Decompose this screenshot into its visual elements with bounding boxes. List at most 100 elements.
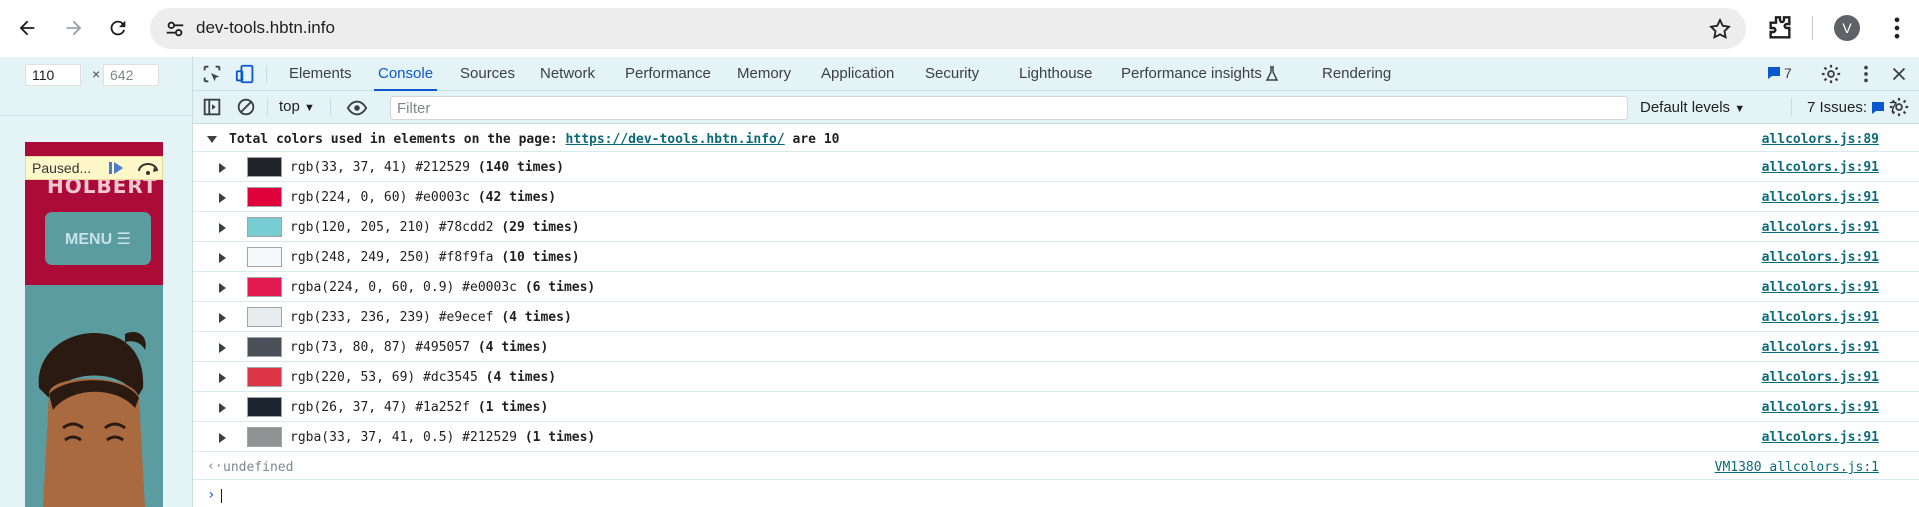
clear-console-icon[interactable]: [235, 96, 257, 118]
console-log-row[interactable]: rgb(33, 37, 41) #212529 (140 times) allco…: [193, 152, 1919, 182]
expand-triangle-icon[interactable]: [219, 343, 226, 353]
extensions-puzzle-icon[interactable]: [1764, 12, 1796, 44]
color-value: rgb(233, 236, 239) #e9ecef: [290, 310, 502, 325]
expand-triangle-icon[interactable]: [219, 193, 226, 203]
forward-button[interactable]: [55, 9, 93, 47]
source-link[interactable]: allcolors.js:91: [1762, 220, 1879, 235]
source-link[interactable]: allcolors.js:91: [1762, 160, 1879, 175]
toolbar-divider: [267, 98, 268, 116]
issues-button[interactable]: 7 Issues: 7: [1807, 99, 1897, 116]
source-link[interactable]: allcolors.js:89: [1762, 132, 1879, 147]
menu-button[interactable]: MENU ☰: [45, 212, 151, 265]
tab-divider: [266, 65, 267, 83]
usage-count: (6 times): [524, 280, 596, 295]
illustration-character: [38, 331, 146, 507]
back-button[interactable]: [8, 9, 46, 47]
sidebar-toggle-icon[interactable]: [201, 96, 223, 118]
tab-rendering[interactable]: Rendering: [1322, 57, 1391, 91]
collapse-triangle-icon[interactable]: [207, 136, 217, 143]
expand-triangle-icon[interactable]: [219, 223, 226, 233]
console-log-row[interactable]: rgba(33, 37, 41, 0.5) #212529 (1 times) a…: [193, 422, 1919, 452]
console-log-row[interactable]: rgb(26, 37, 47) #1a252f (1 times) allcolo…: [193, 392, 1919, 422]
context-select[interactable]: top ▼: [279, 98, 315, 115]
device-ruler: [0, 115, 192, 116]
color-value: rgb(120, 205, 210) #78cdd2: [290, 220, 502, 235]
settings-gear-icon[interactable]: [1820, 63, 1842, 85]
source-link[interactable]: allcolors.js:91: [1762, 370, 1879, 385]
experiment-flask-icon: [1265, 66, 1279, 81]
expand-triangle-icon[interactable]: [219, 313, 226, 323]
live-expression-eye-icon[interactable]: [345, 97, 369, 119]
usage-count: (10 times): [501, 250, 580, 265]
more-menu-icon[interactable]: [1883, 14, 1911, 42]
device-height-input[interactable]: 642: [103, 64, 159, 86]
usage-count: (42 times): [477, 190, 557, 205]
issues-label: 7 Issues:: [1807, 99, 1868, 116]
tab-application[interactable]: Application: [821, 57, 894, 91]
step-over-icon[interactable]: [136, 159, 160, 177]
expand-triangle-icon[interactable]: [219, 373, 226, 383]
tab-memory[interactable]: Memory: [737, 57, 791, 91]
color-value: rgb(224, 0, 60) #e0003c: [290, 190, 478, 205]
reload-icon: [110, 20, 126, 36]
emulated-page[interactable]: HOLBERT MENU ☰ Paused...: [25, 142, 163, 507]
console-log-row[interactable]: rgb(73, 80, 87) #495057 (4 times) allcolo…: [193, 332, 1919, 362]
expand-triangle-icon[interactable]: [219, 163, 226, 173]
tab-console[interactable]: Console: [373, 57, 438, 91]
messages-counter[interactable]: 7: [1767, 65, 1792, 81]
usage-count: (1 times): [524, 430, 596, 445]
color-swatch: [247, 427, 282, 447]
console-output: Total colors used in elements on the pag…: [193, 124, 1919, 507]
console-settings-gear-icon[interactable]: [1888, 96, 1910, 118]
tab-performance[interactable]: Performance: [625, 57, 711, 91]
color-value: rgb(26, 37, 47) #1a252f: [290, 400, 478, 415]
source-link[interactable]: allcolors.js:91: [1762, 400, 1879, 415]
source-link[interactable]: allcolors.js:91: [1762, 310, 1879, 325]
tab-lighthouse[interactable]: Lighthouse: [1019, 57, 1092, 91]
resume-icon[interactable]: [106, 159, 126, 177]
console-log-row[interactable]: rgb(120, 205, 210) #78cdd2 (29 times) all…: [193, 212, 1919, 242]
expand-triangle-icon[interactable]: [219, 403, 226, 413]
console-filter-input[interactable]: Filter: [390, 96, 1628, 120]
device-toolbar: 110 × 642: [0, 57, 192, 91]
device-toggle-icon[interactable]: [235, 63, 257, 85]
source-link[interactable]: allcolors.js:91: [1762, 340, 1879, 355]
profile-avatar[interactable]: V: [1834, 15, 1860, 41]
reload-button[interactable]: [99, 9, 137, 47]
device-width-input[interactable]: 110: [25, 64, 81, 86]
devtools-more-icon[interactable]: [1855, 63, 1877, 85]
source-link[interactable]: allcolors.js:91: [1762, 250, 1879, 265]
site-settings-icon[interactable]: [164, 18, 186, 40]
console-prompt[interactable]: ›: [193, 480, 1919, 507]
expand-triangle-icon[interactable]: [219, 283, 226, 293]
page-url-link[interactable]: https://dev-tools.hbtn.info/: [566, 132, 785, 147]
console-log-row[interactable]: rgb(224, 0, 60) #e0003c (42 times) allcol…: [193, 182, 1919, 212]
tab-sources[interactable]: Sources: [460, 57, 515, 91]
color-swatch: [247, 247, 282, 267]
log-levels-dropdown[interactable]: Default levels ▼: [1640, 99, 1745, 116]
expand-triangle-icon[interactable]: [219, 433, 226, 443]
address-bar[interactable]: dev-tools.hbtn.info: [150, 8, 1746, 49]
vm-source-link[interactable]: VM1380 allcolors.js:1: [1715, 460, 1879, 475]
inspect-element-icon[interactable]: [201, 63, 223, 85]
color-log-text: rgb(220, 53, 69) #dc3545 (4 times): [290, 370, 556, 385]
tab-elements[interactable]: Elements: [289, 57, 352, 91]
source-link[interactable]: allcolors.js:91: [1762, 430, 1879, 445]
console-log-row[interactable]: rgba(224, 0, 60, 0.9) #e0003c (6 times) a…: [193, 272, 1919, 302]
console-group-header[interactable]: Total colors used in elements on the pag…: [193, 124, 1919, 152]
tab-performance-insights[interactable]: Performance insights: [1121, 57, 1262, 91]
expand-triangle-icon[interactable]: [219, 253, 226, 263]
console-log-row[interactable]: rgb(220, 53, 69) #dc3545 (4 times) allcol…: [193, 362, 1919, 392]
source-link[interactable]: allcolors.js:91: [1762, 280, 1879, 295]
tab-security[interactable]: Security: [925, 57, 979, 91]
url-text[interactable]: dev-tools.hbtn.info: [196, 18, 335, 38]
bookmark-star-icon[interactable]: [1708, 17, 1732, 41]
source-link[interactable]: allcolors.js:91: [1762, 190, 1879, 205]
console-log-row[interactable]: rgb(233, 236, 239) #e9ecef (4 times) allc…: [193, 302, 1919, 332]
console-log-row[interactable]: rgb(248, 249, 250) #f8f9fa (10 times) all…: [193, 242, 1919, 272]
devtools-tab-bar: Elements Console Sources Network Perform…: [193, 57, 1919, 91]
color-value: rgba(224, 0, 60, 0.9) #e0003c: [290, 280, 525, 295]
color-log-text: rgb(224, 0, 60) #e0003c (42 times): [290, 190, 556, 205]
tab-network[interactable]: Network: [540, 57, 595, 91]
close-devtools-icon[interactable]: [1888, 63, 1910, 85]
